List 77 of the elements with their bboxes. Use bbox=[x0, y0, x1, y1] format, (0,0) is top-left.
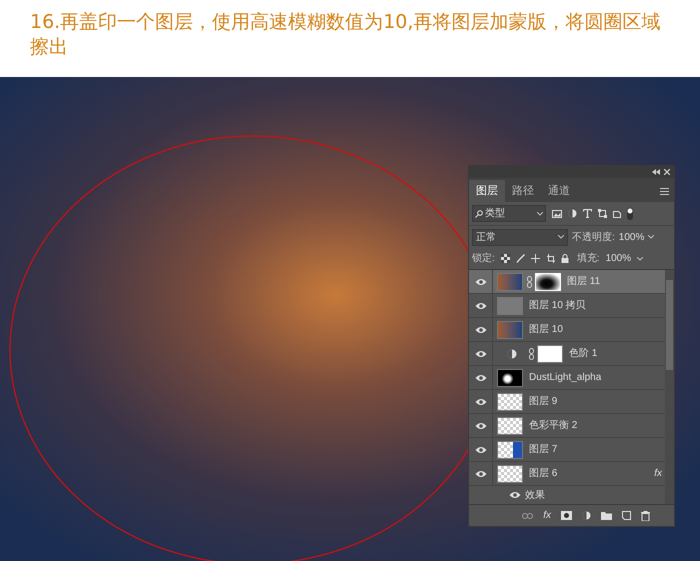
link-icon[interactable] bbox=[527, 276, 532, 288]
add-mask-icon[interactable] bbox=[561, 511, 572, 520]
lock-label: 锁定: bbox=[472, 252, 495, 266]
eye-icon[interactable] bbox=[474, 398, 486, 406]
link-layers-icon[interactable] bbox=[522, 512, 534, 518]
effects-label: 效果 bbox=[525, 488, 545, 502]
caret-icon bbox=[648, 235, 654, 239]
type-filter-icon[interactable] bbox=[583, 209, 592, 218]
layer-name: 图层 6 bbox=[529, 467, 558, 481]
panel-tab[interactable]: 通道 bbox=[541, 180, 577, 202]
panel-tab[interactable]: 路径 bbox=[505, 180, 541, 202]
eye-icon[interactable] bbox=[474, 350, 486, 358]
folder-icon[interactable] bbox=[601, 511, 612, 520]
layer-name: 图层 10 拷贝 bbox=[529, 299, 587, 313]
layer-name: 色彩平衡 2 bbox=[529, 419, 578, 433]
layer-thumbnail bbox=[497, 320, 523, 338]
eye-icon[interactable] bbox=[474, 470, 486, 478]
layer-name: 图层 10 bbox=[529, 323, 564, 337]
layer-row[interactable]: 图层 9 bbox=[469, 390, 665, 414]
caret-icon bbox=[537, 212, 543, 216]
lock-transparency-icon[interactable] bbox=[500, 254, 510, 263]
adjustment-icon[interactable] bbox=[582, 511, 591, 520]
layer-thumbnail bbox=[497, 416, 523, 434]
layer-row[interactable]: DustLight_alpha bbox=[469, 366, 665, 390]
eye-icon[interactable] bbox=[474, 302, 486, 310]
add-style-button[interactable]: fx bbox=[543, 508, 551, 523]
layer-row[interactable]: 图层 7 bbox=[469, 438, 665, 462]
eye-icon[interactable] bbox=[509, 491, 521, 499]
search-icon bbox=[475, 210, 483, 218]
adjustment-filter-icon[interactable] bbox=[568, 209, 577, 218]
toggle-icon[interactable] bbox=[627, 208, 633, 220]
layer-thumbnail bbox=[497, 272, 523, 290]
new-layer-icon[interactable] bbox=[622, 511, 631, 520]
eye-icon[interactable] bbox=[474, 278, 486, 286]
fx-label: fx bbox=[654, 467, 664, 481]
brush-icon[interactable] bbox=[516, 254, 525, 263]
scrollbar[interactable] bbox=[665, 270, 674, 504]
eye-icon[interactable] bbox=[474, 422, 486, 430]
layer-row[interactable]: 色彩平衡 2 bbox=[469, 414, 665, 438]
caret-icon bbox=[637, 256, 644, 260]
eye-icon[interactable] bbox=[474, 326, 486, 334]
layer-thumbnail bbox=[497, 464, 523, 482]
heading: 16.再盖印一个图层，使用高速模糊数值为10,再将图层加蒙版，将圆圈区域擦出 bbox=[30, 10, 662, 60]
collapse-icon[interactable] bbox=[652, 169, 660, 175]
layer-row[interactable]: 图层 10 拷贝 bbox=[469, 294, 665, 318]
opacity-value[interactable]: 100% bbox=[618, 230, 644, 244]
link-icon[interactable] bbox=[529, 348, 534, 360]
layer-thumbnail bbox=[497, 392, 523, 410]
layer-name: 图层 9 bbox=[529, 395, 558, 409]
eye-icon[interactable] bbox=[474, 446, 486, 454]
layer-name: DustLight_alpha bbox=[529, 371, 602, 385]
layer-name: 图层 7 bbox=[529, 443, 558, 457]
close-icon[interactable] bbox=[664, 169, 670, 175]
layer-thumbnail bbox=[497, 296, 523, 314]
smart-object-filter-icon[interactable] bbox=[613, 209, 621, 218]
filter-dropdown[interactable]: 类型 bbox=[472, 205, 546, 222]
caret-icon bbox=[558, 235, 564, 239]
panel-tab[interactable]: 图层 bbox=[469, 180, 505, 202]
eye-icon[interactable] bbox=[474, 374, 486, 382]
layer-name: 色阶 1 bbox=[569, 347, 598, 361]
opacity-label: 不透明度: bbox=[572, 230, 615, 244]
blend-mode-dropdown[interactable]: 正常 bbox=[472, 228, 568, 246]
layer-row[interactable]: 图层 10 bbox=[469, 318, 665, 342]
fill-value[interactable]: 100% bbox=[606, 251, 632, 266]
trash-icon[interactable] bbox=[641, 510, 650, 520]
layer-thumbnail bbox=[497, 440, 523, 458]
shape-filter-icon[interactable] bbox=[598, 209, 607, 218]
layer-thumbnail bbox=[497, 368, 523, 386]
fill-label: 填充: bbox=[576, 252, 600, 266]
move-icon[interactable] bbox=[530, 254, 540, 263]
layer-row[interactable]: 图层 6 fx bbox=[469, 462, 665, 486]
lock-icon[interactable] bbox=[560, 254, 569, 263]
layer-row[interactable]: 图层 11 bbox=[469, 270, 665, 294]
menu-icon[interactable] bbox=[660, 188, 669, 195]
layer-name: 图层 11 bbox=[567, 275, 602, 289]
image-filter-icon[interactable] bbox=[552, 210, 562, 218]
layer-row[interactable]: 色阶 1 bbox=[469, 342, 665, 366]
